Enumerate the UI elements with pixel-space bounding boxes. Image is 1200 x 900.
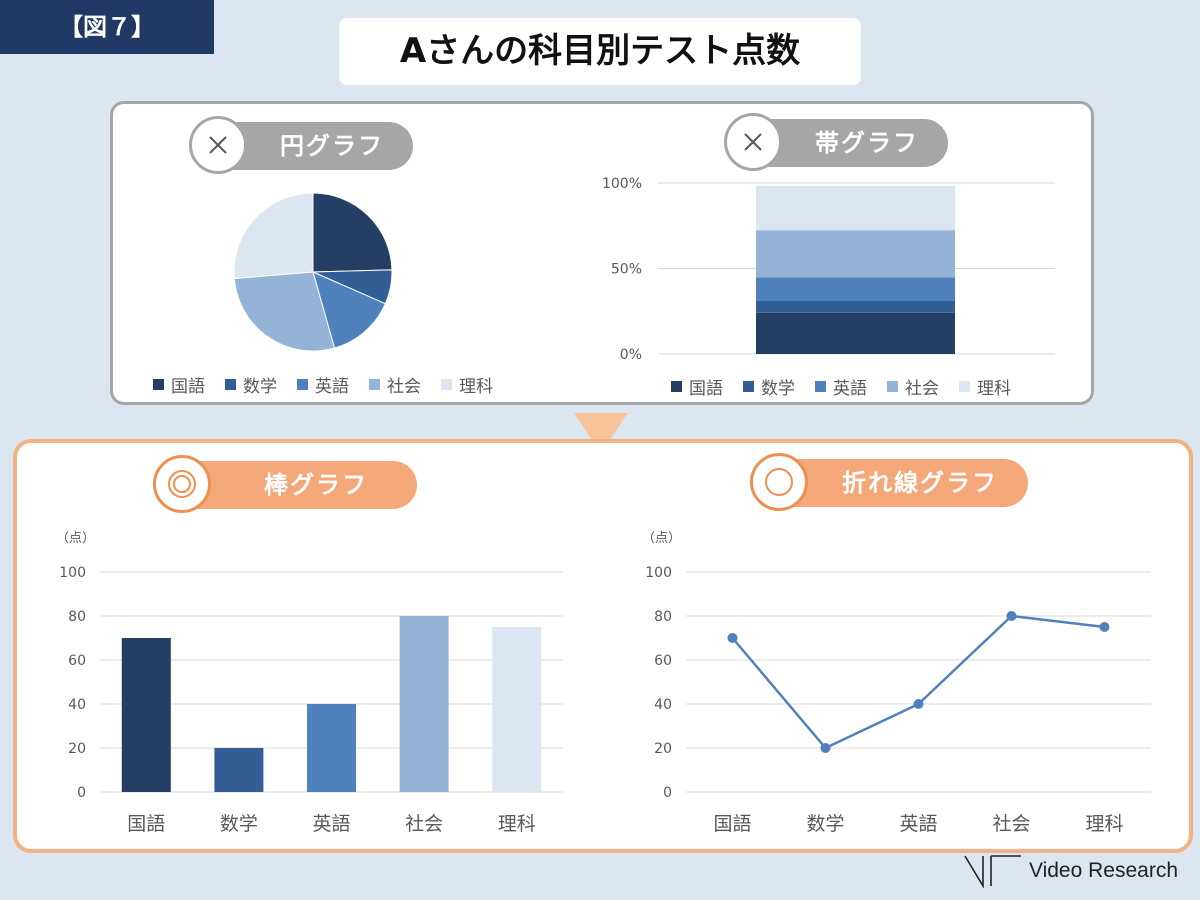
- legend-label: 数学: [761, 379, 795, 399]
- stacked-segment: [756, 185, 955, 231]
- legend-label: 社会: [387, 377, 421, 397]
- y-tick-label: 80: [654, 609, 672, 625]
- stacked-chart: 0% 50% 100%: [602, 176, 1055, 363]
- video-research-logo: Video Research: [963, 854, 1178, 888]
- x-tick-label: 社会: [405, 813, 443, 835]
- figure-tag: 【図７】: [0, 0, 214, 54]
- y-tick-label: 20: [68, 741, 86, 757]
- bar: [121, 638, 171, 792]
- bar: [399, 616, 449, 792]
- logo-text: Video Research: [1028, 859, 1178, 882]
- legend-swatch: [671, 381, 682, 392]
- y-tick-label: 0: [663, 785, 672, 801]
- legend-swatch: [959, 381, 970, 392]
- line-chart-label: 折れ線グラフ: [842, 469, 998, 497]
- line-chart: 0 20 40 60 80 100 （点） 国語 数学 英語 社会 理科: [642, 531, 1151, 835]
- y-tick-label: 100: [645, 565, 672, 581]
- bar: [214, 748, 264, 792]
- data-point: [820, 743, 831, 753]
- legend-swatch: [815, 381, 826, 392]
- stacked-segment: [756, 312, 955, 354]
- data-point: [1006, 611, 1017, 621]
- legend-item: 数学: [225, 372, 277, 397]
- stacked-chart-label: 帯グラフ: [815, 129, 919, 157]
- data-point: [913, 699, 924, 709]
- bar: [307, 704, 356, 792]
- stacked-segment: [756, 300, 955, 313]
- data-point: [727, 633, 738, 643]
- pie-slice: [233, 192, 314, 280]
- pie-chart-label: 円グラフ: [280, 132, 384, 160]
- legend-item: 国語: [153, 372, 205, 397]
- x-tick-label: 英語: [312, 813, 350, 835]
- legend-label: 数学: [243, 377, 277, 397]
- series-line: [731, 614, 1105, 750]
- legend-label: 英語: [833, 379, 867, 399]
- legend-label: 理科: [977, 379, 1011, 399]
- y-tick-label: 40: [68, 697, 86, 713]
- legend-swatch: [225, 379, 236, 390]
- y-tick-label: 50%: [611, 262, 642, 278]
- x-tick-label: 国語: [713, 813, 751, 835]
- y-tick-label: 60: [654, 653, 672, 669]
- page-title: Aさんの科目別テスト点数: [339, 18, 861, 85]
- legend-item: 国語: [671, 374, 723, 399]
- bad-examples-panel: 円グラフ 帯グラフ 国語 数学 英語 社会 理科 0% 50% 100% 国語 数学 英語 社会 理…: [110, 101, 1094, 405]
- data-point: [1099, 622, 1110, 632]
- bar-chart-header: 棒グラフ: [153, 455, 417, 513]
- legend-item: 英語: [297, 372, 349, 397]
- legend-swatch: [369, 379, 380, 390]
- stacked-segment: [756, 230, 955, 278]
- bar-chart-label: 棒グラフ: [264, 471, 368, 499]
- legend-swatch: [887, 381, 898, 392]
- legend-item: 理科: [441, 372, 493, 397]
- pie-legend: 国語 数学 英語 社会 理科: [153, 372, 493, 397]
- pie-chart: [233, 192, 393, 352]
- good-examples-panel: 棒グラフ 折れ線グラフ 0 20 40 60 80 100 （点） 国語 数学 英語 社会 理科 0 2…: [13, 439, 1193, 853]
- x-tick-label: 社会: [992, 813, 1030, 835]
- stacked-segment: [756, 277, 955, 301]
- pie-chart-header: 円グラフ: [189, 116, 413, 174]
- unit-label: （点）: [56, 531, 95, 546]
- y-tick-label: 80: [68, 609, 86, 625]
- y-tick-label: 100%: [602, 176, 642, 192]
- legend-swatch: [297, 379, 308, 390]
- line-chart-header: 折れ線グラフ: [750, 453, 1028, 511]
- x-tick-label: 数学: [220, 813, 258, 835]
- legend-label: 英語: [315, 377, 349, 397]
- pie-slice: [312, 192, 393, 273]
- bar-chart: 0 20 40 60 80 100 （点） 国語 数学 英語 社会 理科: [56, 531, 563, 835]
- x-tick-label: 国語: [127, 813, 165, 835]
- legend-item: 社会: [887, 374, 939, 399]
- legend-item: 数学: [743, 374, 795, 399]
- stacked-chart-header: 帯グラフ: [724, 113, 948, 171]
- x-tick-label: 数学: [806, 813, 844, 835]
- legend-item: 社会: [369, 372, 421, 397]
- y-tick-label: 0%: [620, 347, 642, 363]
- stacked-legend: 国語 数学 英語 社会 理科: [671, 374, 1011, 399]
- legend-label: 理科: [459, 377, 493, 397]
- legend-item: 理科: [959, 374, 1011, 399]
- bar: [492, 627, 542, 792]
- x-tick-label: 理科: [1085, 813, 1123, 835]
- y-tick-label: 40: [654, 697, 672, 713]
- y-tick-label: 100: [59, 565, 86, 581]
- legend-item: 英語: [815, 374, 867, 399]
- y-tick-label: 0: [77, 785, 86, 801]
- unit-label: （点）: [642, 531, 681, 546]
- x-tick-label: 英語: [899, 813, 937, 835]
- legend-label: 国語: [689, 379, 723, 399]
- x-tick-label: 理科: [498, 813, 536, 835]
- y-tick-label: 20: [654, 741, 672, 757]
- legend-swatch: [441, 379, 452, 390]
- legend-label: 社会: [905, 379, 939, 399]
- legend-swatch: [743, 381, 754, 392]
- y-tick-label: 60: [68, 653, 86, 669]
- logo-mark-icon: [964, 855, 1021, 888]
- legend-label: 国語: [171, 377, 205, 397]
- legend-swatch: [153, 379, 164, 390]
